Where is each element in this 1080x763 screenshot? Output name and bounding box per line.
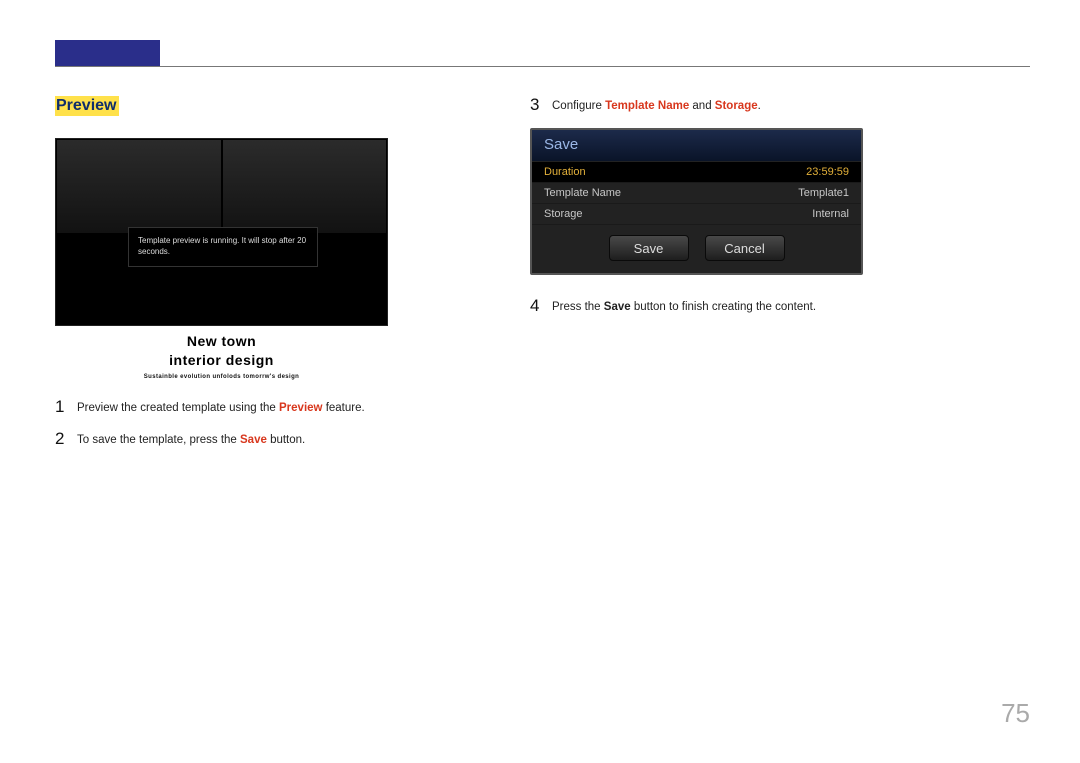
dialog-row-label: Template Name [544,187,621,199]
step-1: 1Preview the created template using the … [55,398,510,416]
step-2-fragment: To save the template, press the [77,434,240,446]
dialog-row-storage[interactable]: Storage Internal [532,204,861,225]
step-4-fragment: Press the [552,301,604,313]
step-4-keyword: Save [604,301,631,313]
step-3-fragment: and [689,100,715,112]
save-dialog: Save Duration23:59:59Template NameTempla… [530,128,863,275]
dialog-row-value: Internal [812,208,849,220]
step-4-number: 4 [530,297,552,314]
step-3-fragment: Configure [552,100,605,112]
left-column: Preview Template preview is running. It … [55,96,510,462]
step-3-text: Configure Template Name and Storage. [552,96,761,114]
step-1-keyword: Preview [279,402,322,414]
step-4-text: Press the Save button to finish creating… [552,297,816,315]
dialog-body: Duration 23:59:59 Template Name Template1 St… [532,162,861,225]
step-1-number: 1 [55,398,77,415]
steps-left: 1Preview the created template using the … [55,398,510,448]
preview-caption: New town interior design Sustainble evol… [55,332,388,380]
dialog-title: Save [532,130,861,162]
cancel-button[interactable]: Cancel [705,235,785,261]
step-3-fragment: . [758,100,761,112]
chapter-tab [55,40,160,66]
step-1-fragment: feature. [323,402,365,414]
caption-line-2: interior design [55,351,388,370]
right-column: 3Configure Template Name and Storage. Sa… [530,96,1000,329]
caption-line-1: New town [55,332,388,351]
step-3-number: 3 [530,96,552,113]
step-4-block: 4Press the Save button to finish creatin… [530,297,1000,315]
save-button[interactable]: Save [609,235,689,261]
page-number: 75 [1001,698,1030,729]
dialog-button-row: Save Cancel [532,225,861,273]
step-2-fragment: button. [267,434,305,446]
section-title: Preview [55,96,119,116]
dialog-row-label: Storage [544,208,583,220]
preview-pane-left [56,139,222,234]
dialog-row-value: 23:59:59 [806,166,849,178]
dialog-row-duration[interactable]: Duration 23:59:59 [532,162,861,183]
step-3-keyword: Storage [715,100,758,112]
caption-sub: Sustainble evolution unfolods tomorrw's … [55,374,388,380]
step-3-keyword: Template Name [605,100,689,112]
step-2-text: To save the template, press the Save but… [77,430,305,448]
step-2: 2To save the template, press the Save bu… [55,430,510,448]
dialog-row-label: Duration [544,166,586,178]
step-4: 4Press the Save button to finish creatin… [530,297,1000,315]
header-rule [55,66,1030,67]
preview-split [56,139,387,234]
step-1-text: Preview the created template using the P… [77,398,365,416]
step-3: 3Configure Template Name and Storage. [530,96,1000,114]
step-4-fragment: button to finish creating the content. [631,301,816,313]
step-2-keyword: Save [240,434,267,446]
preview-pane-right [222,139,388,234]
step-1-fragment: Preview the created template using the [77,402,279,414]
step-3-block: 3Configure Template Name and Storage. [530,96,1000,114]
dialog-row-value: Template1 [798,187,849,199]
dialog-row-template-name[interactable]: Template Name Template1 [532,183,861,204]
step-2-number: 2 [55,430,77,447]
preview-screenshot: Template preview is running. It will sto… [55,138,388,326]
preview-message-box: Template preview is running. It will sto… [128,227,318,267]
